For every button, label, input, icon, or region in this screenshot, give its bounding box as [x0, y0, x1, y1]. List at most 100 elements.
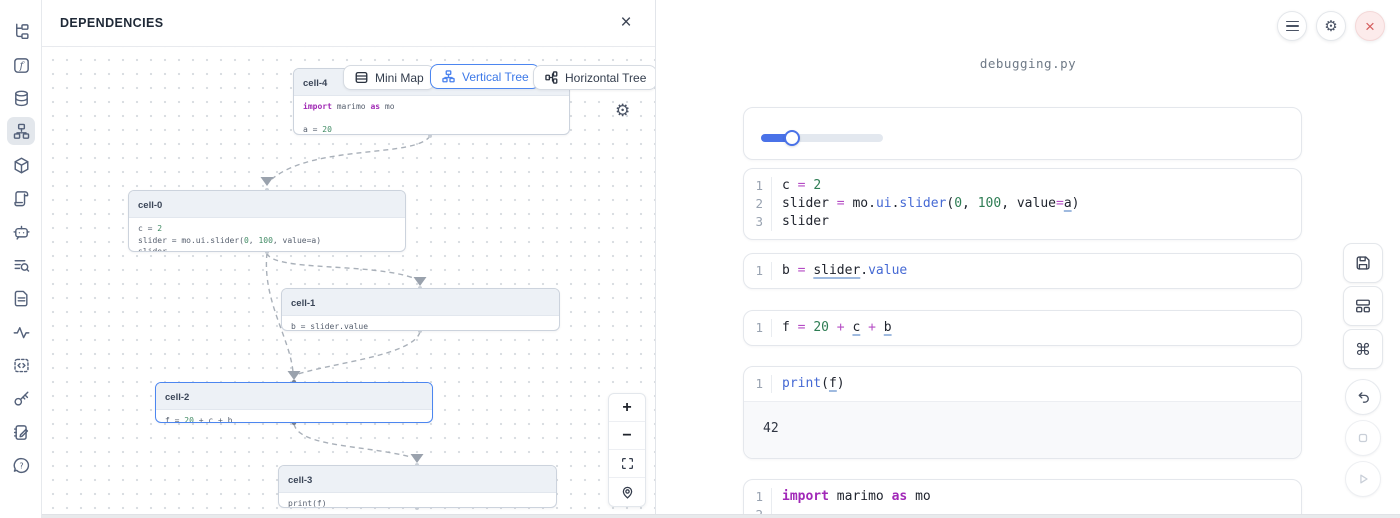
sidebar-item-file-tree[interactable] [7, 17, 35, 45]
database-icon [12, 89, 31, 108]
zoom-out-button[interactable]: − [609, 422, 645, 450]
svg-text:?: ? [19, 461, 23, 470]
search-list-icon [12, 256, 31, 275]
sidebar-item-ai-chat[interactable] [7, 218, 35, 246]
node-code: import marimo as mo a = 20 [294, 96, 569, 135]
save-icon [1354, 254, 1372, 272]
node-code: b = slider.value [282, 316, 559, 331]
code-cell[interactable]: 1b = slider.value [743, 253, 1302, 289]
dependency-graph-canvas[interactable]: cell-4 import marimo as mo a = 20 cell-0… [42, 47, 655, 518]
node-title: cell-2 [165, 392, 189, 403]
graph-settings-gear-icon[interactable]: ⚙ [615, 101, 630, 121]
sidebar-item-datasources[interactable] [7, 84, 35, 112]
code-cell[interactable]: 1import marimo as mo2 [743, 479, 1302, 518]
close-panel-icon[interactable]: × [615, 12, 637, 34]
node-title: cell-4 [303, 78, 327, 89]
sidebar-item-function[interactable]: f [7, 51, 35, 79]
graph-node-cell-3[interactable]: cell-3 print(f) [278, 465, 557, 508]
layout-toggle-button[interactable] [1343, 286, 1383, 326]
close-icon: × [1365, 18, 1375, 35]
node-title: cell-1 [291, 298, 315, 309]
document-icon [12, 289, 31, 308]
helper-panel-rail: f ? [0, 0, 42, 518]
horizontal-scrollbar[interactable] [42, 514, 1400, 518]
sidebar-item-search-logs[interactable] [7, 251, 35, 279]
vertical-tree-icon [441, 69, 456, 84]
code-cell-with-output[interactable]: 1print(f) 42 [743, 366, 1302, 459]
scratchpad-icon [12, 423, 31, 442]
line-number: 1 [744, 177, 771, 195]
fit-view-button[interactable] [609, 450, 645, 478]
file-tree-icon [12, 22, 31, 41]
fullscreen-icon [620, 456, 635, 471]
panel-title: DEPENDENCIES [60, 16, 163, 30]
svg-text:f: f [18, 60, 25, 71]
line-number: 1 [744, 262, 771, 280]
slider-widget[interactable] [761, 130, 883, 146]
vertical-tree-view-button[interactable]: Vertical Tree [430, 64, 540, 89]
sidebar-item-help[interactable]: ? [7, 451, 35, 479]
logs-scroll-icon [12, 189, 31, 208]
dependencies-header: DEPENDENCIES × [42, 0, 655, 47]
graph-node-cell-1[interactable]: cell-1 b = slider.value [281, 288, 560, 331]
graph-node-cell-0[interactable]: cell-0 c = 2slider = mo.ui.slider(0, 100… [128, 190, 406, 252]
sidebar-item-secrets[interactable] [7, 384, 35, 412]
sidebar-item-tracing[interactable] [7, 318, 35, 346]
play-icon [1355, 471, 1371, 487]
node-title: cell-3 [288, 475, 312, 486]
secrets-key-icon [12, 389, 31, 408]
view-button-label: Horizontal Tree [565, 71, 646, 85]
view-button-label: Mini Map [375, 71, 424, 85]
line-number: 1 [744, 375, 771, 393]
undo-icon [1355, 389, 1372, 406]
tracing-icon [12, 323, 31, 342]
view-button-label: Vertical Tree [462, 70, 529, 84]
node-code: print(f) [279, 493, 556, 508]
dependency-graph-icon [12, 122, 31, 141]
stop-icon [1355, 430, 1371, 446]
slider-output-cell[interactable] [743, 107, 1302, 160]
command-icon: ⌘ [1355, 340, 1371, 359]
run-button[interactable] [1345, 461, 1381, 497]
save-button[interactable] [1343, 243, 1383, 283]
sidebar-item-scratchpad[interactable] [7, 418, 35, 446]
shutdown-button[interactable]: × [1355, 11, 1385, 41]
help-icon: ? [12, 456, 31, 475]
notebook-area: ⚙ × debugging.py 1c = 22slider = mo.ui.s… [656, 0, 1400, 518]
package-icon [12, 156, 31, 175]
center-view-button[interactable] [609, 478, 645, 506]
dependencies-panel: DEPENDENCIES × [42, 0, 656, 518]
function-icon: f [12, 56, 31, 75]
line-number: 1 [744, 319, 771, 337]
line-number: 2 [744, 195, 771, 213]
sidebar-item-logs[interactable] [7, 184, 35, 212]
sidebar-item-packages[interactable] [7, 151, 35, 179]
hamburger-icon [1286, 21, 1299, 32]
zoom-in-button[interactable]: + [609, 394, 645, 422]
horizontal-tree-view-button[interactable]: Horizontal Tree [533, 65, 656, 90]
graph-node-cell-2[interactable]: cell-2 f = 20 + c + b [155, 382, 433, 423]
undo-button[interactable] [1345, 379, 1381, 415]
keyboard-shortcuts-button[interactable]: ⌘ [1343, 329, 1383, 369]
cell-output: 42 [744, 401, 1301, 458]
location-pin-icon [620, 485, 635, 500]
code-cell[interactable]: 1f = 20 + c + b [743, 310, 1302, 346]
marimo-app: f ? DEPENDENCIES × [0, 0, 1400, 518]
slider-thumb[interactable] [784, 130, 800, 146]
ai-chat-icon [12, 223, 31, 242]
line-number: 3 [744, 213, 771, 231]
layout-icon [1354, 297, 1372, 315]
graph-zoom-controls: + − [608, 393, 646, 507]
stop-button[interactable] [1345, 420, 1381, 456]
sidebar-item-dependencies[interactable] [7, 117, 35, 145]
code-cell[interactable]: 1c = 22slider = mo.ui.slider(0, 100, val… [743, 168, 1302, 240]
gear-icon: ⚙ [1324, 17, 1337, 35]
minimap-view-button[interactable]: Mini Map [343, 65, 435, 90]
notebook-settings-button[interactable]: ⚙ [1316, 11, 1346, 41]
notebook-menu-button[interactable] [1277, 11, 1307, 41]
sidebar-item-snippets[interactable] [7, 351, 35, 379]
node-title: cell-0 [138, 200, 162, 211]
notebook-filename: debugging.py [656, 56, 1400, 71]
sidebar-item-documentation[interactable] [7, 284, 35, 312]
horizontal-tree-icon [544, 70, 559, 85]
